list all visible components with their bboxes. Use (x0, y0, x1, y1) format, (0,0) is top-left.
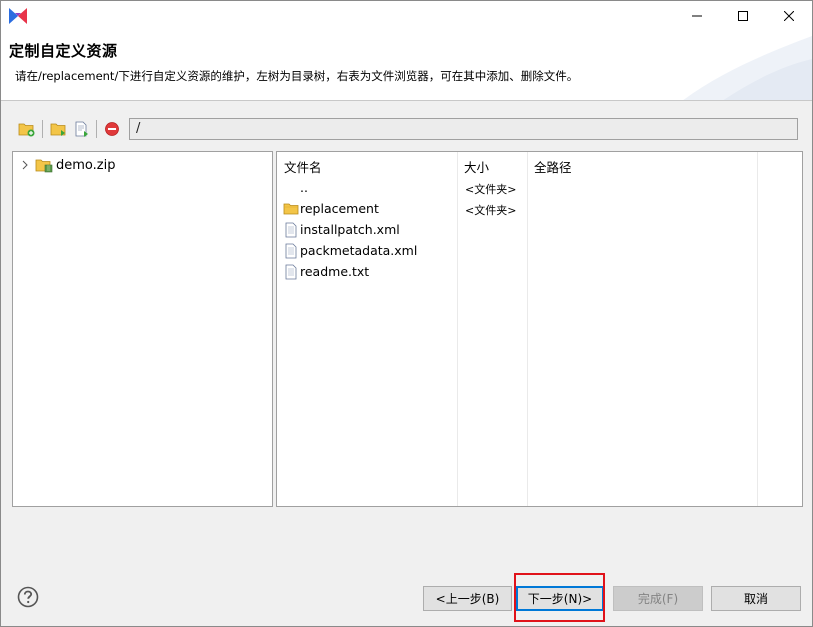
folder-icon (283, 203, 299, 215)
file-name: packmetadata.xml (300, 243, 418, 258)
back-button[interactable]: <上一步(B) (423, 586, 512, 611)
maximize-icon (738, 11, 748, 21)
new-folder-icon (18, 123, 35, 137)
add-folder-icon (50, 123, 66, 136)
add-folder-button[interactable] (49, 119, 69, 139)
chevron-right-icon[interactable] (19, 159, 31, 171)
file-size: <文件夹> (465, 183, 517, 196)
toolbar-separator (96, 120, 97, 138)
finish-button: 完成(F) (613, 586, 703, 611)
file-size: <文件夹> (465, 204, 517, 217)
column-header-name[interactable]: 文件名 (284, 157, 322, 176)
minimize-icon (692, 15, 702, 17)
add-file-button[interactable] (72, 119, 92, 139)
file-name: installpatch.xml (300, 222, 400, 237)
page-title: 定制自定义资源 (9, 42, 118, 60)
minimize-button[interactable] (674, 1, 720, 31)
wizard-header: 定制自定义资源 请在/replacement/下进行自定义资源的维护，左树为目录… (1, 31, 812, 101)
zip-folder-icon (35, 159, 53, 173)
column-header-path[interactable]: 全路径 (534, 157, 572, 176)
column-header-size[interactable]: 大小 (464, 157, 489, 176)
delete-button[interactable] (102, 119, 122, 139)
new-folder-button[interactable] (17, 119, 37, 139)
file-browser-table[interactable]: 文件名 大小 全路径 .. <文件夹> replacement <文件夹> in… (276, 151, 803, 507)
close-button[interactable] (766, 1, 812, 31)
dialog-window: 定制自定义资源 请在/replacement/下进行自定义资源的维护，左树为目录… (0, 0, 813, 627)
directory-tree[interactable]: demo.zip (12, 151, 273, 507)
delete-icon (105, 122, 119, 136)
path-input[interactable]: / (129, 118, 798, 140)
toolbar-separator (42, 120, 43, 138)
table-row[interactable]: packmetadata.xml (277, 241, 802, 262)
title-bar (1, 1, 812, 31)
file-icon (285, 243, 297, 259)
help-icon[interactable] (17, 586, 39, 608)
header-decoration (683, 36, 812, 100)
file-name: .. (300, 180, 308, 195)
file-icon (285, 222, 297, 238)
file-name: replacement (300, 201, 379, 216)
cancel-button[interactable]: 取消 (711, 586, 801, 611)
add-file-icon (75, 121, 88, 137)
app-logo-icon (9, 8, 27, 24)
maximize-button[interactable] (720, 1, 766, 31)
tree-item-demo-zip[interactable]: demo.zip (19, 156, 115, 174)
file-name: readme.txt (300, 264, 370, 279)
table-row[interactable]: replacement <文件夹> (277, 199, 802, 220)
next-button[interactable]: 下一步(N)> (516, 586, 604, 611)
table-row[interactable]: readme.txt (277, 262, 802, 283)
close-icon (784, 11, 794, 21)
table-row[interactable]: installpatch.xml (277, 220, 802, 241)
table-row[interactable]: .. <文件夹> (277, 178, 802, 199)
file-icon (285, 264, 297, 280)
tree-item-label: demo.zip (56, 157, 116, 173)
page-description: 请在/replacement/下进行自定义资源的维护，左树为目录树，右表为文件浏… (15, 69, 579, 83)
